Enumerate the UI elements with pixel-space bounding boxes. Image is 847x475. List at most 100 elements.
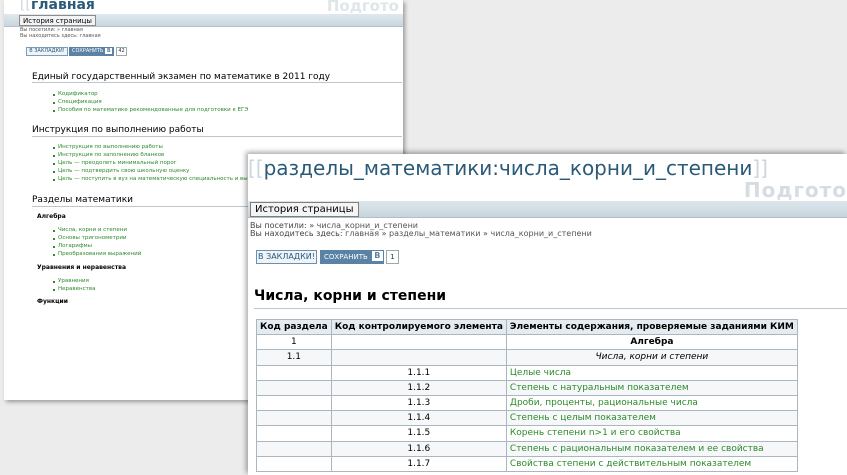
front-site-brand: Подгото xyxy=(743,178,847,202)
back-link[interactable]: Кодификатор xyxy=(58,91,98,97)
back-link[interactable]: Преобразования выражений xyxy=(58,251,141,257)
cell-content-link[interactable]: Степень с натуральным показателем xyxy=(505,379,798,396)
front-history-button[interactable]: История страницы xyxy=(250,202,359,217)
bullet-icon xyxy=(53,171,55,173)
cell-section-code: 1.1 xyxy=(256,349,332,366)
front-location-breadcrumb: Вы находитесь здесь: главная » разделы_м… xyxy=(250,229,592,238)
breadcrumb-current: числа_корни_и_степени xyxy=(490,229,592,238)
bullet-icon xyxy=(53,155,55,157)
back-link[interactable]: Основы тригонометрии xyxy=(58,235,127,241)
col-header-content: Элементы содержания, проверяемые задания… xyxy=(505,318,798,336)
table-row: 1.1.2 Степень с натуральным показателем xyxy=(256,379,798,396)
cell-content-link[interactable]: Целые числа xyxy=(505,364,798,381)
cell-section-code xyxy=(256,440,332,457)
back-save-label: СОХРАНИТЬ xyxy=(72,48,104,54)
cell-content: Алгебра xyxy=(505,334,798,351)
col-header-element-code: Код контролируемого элемента xyxy=(330,318,507,336)
cell-section-code xyxy=(256,379,332,396)
back-link[interactable]: Числа, корни и степени xyxy=(58,227,127,233)
cell-element-code: 1.1.5 xyxy=(330,425,507,442)
front-bookmark-button[interactable]: В ЗАКЛАДКИ! xyxy=(256,250,317,264)
table-row: 1.1.1 Целые числа xyxy=(256,364,798,381)
back-link[interactable]: Цель — подтвердить свою школьную оценку xyxy=(58,168,189,174)
cell-section-code xyxy=(256,394,332,412)
back-bookmark-button[interactable]: В ЗАКЛАДКИ! xyxy=(26,47,68,56)
bullet-icon xyxy=(53,289,55,291)
bullet-icon xyxy=(53,254,55,256)
back-location-breadcrumb: Вы находитесь здесь: главная xyxy=(20,33,101,39)
cell-content-link[interactable]: Степень с рациональным показателем и ее … xyxy=(505,440,798,457)
cell-element-code: 1.1.4 xyxy=(330,410,507,427)
front-browser-window: [[разделы_математики:числа_корни_и_степе… xyxy=(248,154,847,475)
back-site-brand: Подгото xyxy=(326,0,399,15)
back-save-button[interactable]: СОХРАНИТЬ В xyxy=(69,47,114,56)
cell-content-link[interactable]: Дроби, проценты, рациональные числа xyxy=(505,394,798,412)
cell-element-code: 1.1.2 xyxy=(330,379,507,396)
back-link[interactable]: Неравенства xyxy=(58,286,95,292)
location-label: Вы находитесь здесь: xyxy=(250,229,343,238)
cell-element-code: 1.1.1 xyxy=(330,364,507,381)
cell-content: Числа, корни и степени xyxy=(505,349,798,366)
table-row: 1.1.5 Корень степени n>1 и его свойства xyxy=(256,425,798,442)
back-subheading: Уравнения и неравенства xyxy=(37,264,127,271)
cell-content-link[interactable]: Степень с целым показателем xyxy=(505,410,798,427)
vk-icon: В xyxy=(105,48,113,54)
bullet-icon xyxy=(53,110,55,112)
back-section-heading: Инструкция по выполнению работы xyxy=(32,125,204,135)
breadcrumb-link-sections[interactable]: разделы_математики xyxy=(389,229,480,238)
front-save-button[interactable]: СОХРАНИТЬ В xyxy=(320,250,384,264)
table-row: 1.1.3 Дроби, проценты, рациональные числ… xyxy=(256,394,798,412)
back-link[interactable]: Инструкция по заполнению бланков xyxy=(58,152,164,158)
back-link[interactable]: Уравнения xyxy=(58,278,89,284)
cell-content-link[interactable]: Корень степени n>1 и его свойства xyxy=(505,425,798,442)
cell-element-code xyxy=(330,349,507,366)
table-row: 1.1.6 Степень с рациональным показателем… xyxy=(256,440,798,457)
front-title-bar: [[разделы_математики:числа_корни_и_степе… xyxy=(248,156,847,202)
cell-element-code: 1.1.7 xyxy=(330,455,507,472)
bullet-icon xyxy=(53,163,55,165)
bullet-icon xyxy=(53,94,55,96)
back-history-button[interactable]: История страницы xyxy=(19,15,96,26)
back-subheading: Алгебра xyxy=(37,213,66,220)
back-link[interactable]: Спецификация xyxy=(58,99,102,105)
back-link[interactable]: Пособия по математике рекомендованные дл… xyxy=(58,107,248,113)
back-subheading: Функции xyxy=(37,298,68,305)
cell-element-code: 1.1.6 xyxy=(330,440,507,457)
table-header-row: Код раздела Код контролируемого элемента… xyxy=(256,318,798,336)
cell-element-code xyxy=(330,334,507,351)
back-divider xyxy=(32,82,402,83)
back-link[interactable]: Логарифмы xyxy=(58,243,92,249)
vk-icon: В xyxy=(371,251,383,261)
back-link[interactable]: Цель — преодолеть минимальный порог xyxy=(58,160,177,166)
bullet-icon xyxy=(53,102,55,104)
table-row: 1.1 Числа, корни и степени xyxy=(256,349,798,366)
cell-section-code xyxy=(256,425,332,442)
table-row: 1.1.7 Свойства степени с действительным … xyxy=(256,455,798,472)
table-row: 1 Алгебра xyxy=(256,334,798,351)
bullet-icon xyxy=(53,230,55,232)
back-page-title: [[главная xyxy=(20,0,95,13)
cell-section-code xyxy=(256,410,332,427)
cell-section-code xyxy=(256,455,332,472)
cell-element-code: 1.1.3 xyxy=(330,394,507,412)
bullet-icon xyxy=(53,246,55,248)
breadcrumb-link-home[interactable]: главная xyxy=(345,229,379,238)
cell-section-code: 1 xyxy=(256,334,332,351)
bullet-icon xyxy=(53,238,55,240)
back-share-count: 42 xyxy=(116,47,127,56)
back-link[interactable]: Инструкция по выполнению работы xyxy=(58,144,163,150)
bullet-icon xyxy=(53,179,55,181)
cell-content-link[interactable]: Свойства степени с действительным показа… xyxy=(505,455,798,472)
back-divider xyxy=(32,136,402,137)
front-page-title: [[разделы_математики:числа_корни_и_степе… xyxy=(248,156,768,180)
page-heading: Числа, корни и степени xyxy=(254,288,447,304)
bullet-icon xyxy=(53,147,55,149)
kim-table: Код раздела Код контролируемого элемента… xyxy=(256,318,798,472)
col-header-section-code: Код раздела xyxy=(256,318,332,336)
cell-section-code xyxy=(256,364,332,381)
bullet-icon xyxy=(53,281,55,283)
front-share-count: 1 xyxy=(386,250,399,264)
back-link[interactable]: Цель — поступить в вуз на математическую… xyxy=(58,176,248,182)
front-save-label: СОХРАНИТЬ xyxy=(324,253,368,261)
back-title-bar: [[главная Подгото xyxy=(4,0,403,15)
